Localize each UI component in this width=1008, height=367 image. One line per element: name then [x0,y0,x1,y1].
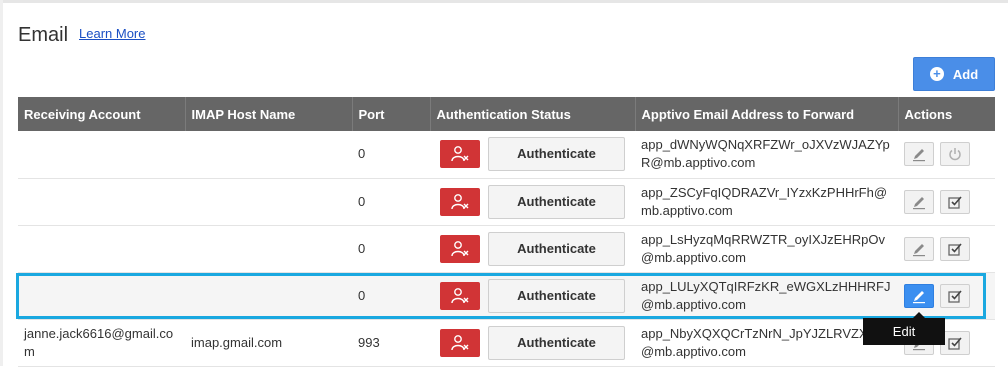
forward-address-cell: app_dWNyWQNqXRFZWr_oJXVzWJAZYpR@mb.appti… [635,131,898,179]
column-header-authentication-status: Authentication Status [430,97,636,131]
column-header-forward-address: Apptivo Email Address to Forward [635,97,899,131]
imap-host-cell [185,225,352,273]
port-cell: 0 [352,131,430,179]
authenticate-button[interactable]: Authenticate [488,184,625,219]
user-unauthorized-icon[interactable] [440,281,480,310]
imap-host-cell: imap.gmail.com [185,319,352,367]
add-button-label: Add [952,66,979,82]
table-row: 0 Authenticate app_LsHyzqMqRRWZTR_oyIXJz… [18,225,995,273]
forward-address-cell: app_NbyXQXQCrTzNrN_JpYJZLRVZXVD@mb.appti… [635,319,898,367]
receiving-account-cell [18,272,185,320]
edit-tooltip: Edit [863,318,945,345]
disable-button[interactable] [940,142,970,167]
actions-cell [898,178,995,226]
authenticate-button[interactable]: Authenticate [488,278,625,313]
edit-button[interactable] [904,236,934,261]
check-icon [948,195,962,209]
power-icon [949,148,961,161]
receiving-account-cell [18,178,185,226]
authenticate-button[interactable]: Authenticate [488,231,625,266]
edit-button[interactable] [904,189,934,214]
check-icon [948,289,962,303]
pencil-icon [913,196,925,209]
table-row: janne.jack6616@gmail.com imap.gmail.com … [18,319,995,367]
authentication-status-cell: Authenticate [430,225,635,273]
column-header-receiving-account: Receiving Account [18,97,186,131]
pencil-icon [913,149,925,162]
receiving-account-cell: janne.jack6616@gmail.com [18,319,185,367]
receiving-account-cell [18,131,185,179]
email-accounts-table: Receiving Account IMAP Host Name Port Au… [18,97,995,367]
authentication-status-cell: Authenticate [430,319,635,367]
actions-cell [898,131,995,179]
port-cell: 0 [352,272,430,320]
table-row: 0 Authenticate app_LULyXQTqIRFzKR_eWGXLz… [18,272,995,320]
column-header-actions: Actions [898,97,995,131]
authenticate-button[interactable]: Authenticate [488,137,625,172]
page-title: Email [18,24,69,46]
user-unauthorized-icon[interactable] [440,328,480,357]
port-cell: 0 [352,225,430,273]
page-top-border [0,0,1008,3]
forward-address-cell: app_LULyXQTqIRFzKR_eWGXLzHHHRFJ@mb.appti… [635,272,898,320]
pencil-icon [913,290,925,303]
enable-button[interactable] [940,283,970,308]
actions-cell [898,225,995,273]
enable-button[interactable] [940,189,970,214]
user-unauthorized-icon[interactable] [440,234,480,263]
table-row: 0 Authenticate app_dWNyWQNqXRFZWr_oJXVzW… [18,131,995,179]
authenticate-button[interactable]: Authenticate [488,325,625,360]
table-header-row: Receiving Account IMAP Host Name Port Au… [18,97,995,131]
add-button[interactable]: + Add [913,57,995,91]
column-header-port: Port [352,97,431,131]
port-cell: 0 [352,178,430,226]
imap-host-cell [185,272,352,320]
page-left-border [0,0,3,366]
edit-button[interactable] [904,142,934,167]
enable-button[interactable] [940,236,970,261]
authentication-status-cell: Authenticate [430,272,635,320]
authentication-status-cell: Authenticate [430,178,635,226]
edit-button[interactable] [904,283,934,308]
forward-address-cell: app_LsHyzqMqRRWZTR_oyIXJzEHRpOv@mb.appti… [635,225,898,273]
authentication-status-cell: Authenticate [430,131,635,179]
forward-address-cell: app_ZSCyFqIQDRAZVr_IYzxKzPHHrFh@mb.appti… [635,178,898,226]
pencil-icon [913,243,925,256]
imap-host-cell [185,131,352,179]
port-cell: 993 [352,319,430,367]
column-header-imap-host: IMAP Host Name [185,97,353,131]
learn-more-link[interactable]: Learn More [79,26,145,41]
table-row: 0 Authenticate app_ZSCyFqIQDRAZVr_IYzxKz… [18,178,995,226]
check-icon [948,336,962,350]
receiving-account-cell [18,225,185,273]
user-unauthorized-icon[interactable] [440,140,480,169]
imap-host-cell [185,178,352,226]
check-icon [948,242,962,256]
plus-circle-icon: + [929,67,944,81]
user-unauthorized-icon[interactable] [440,187,480,216]
